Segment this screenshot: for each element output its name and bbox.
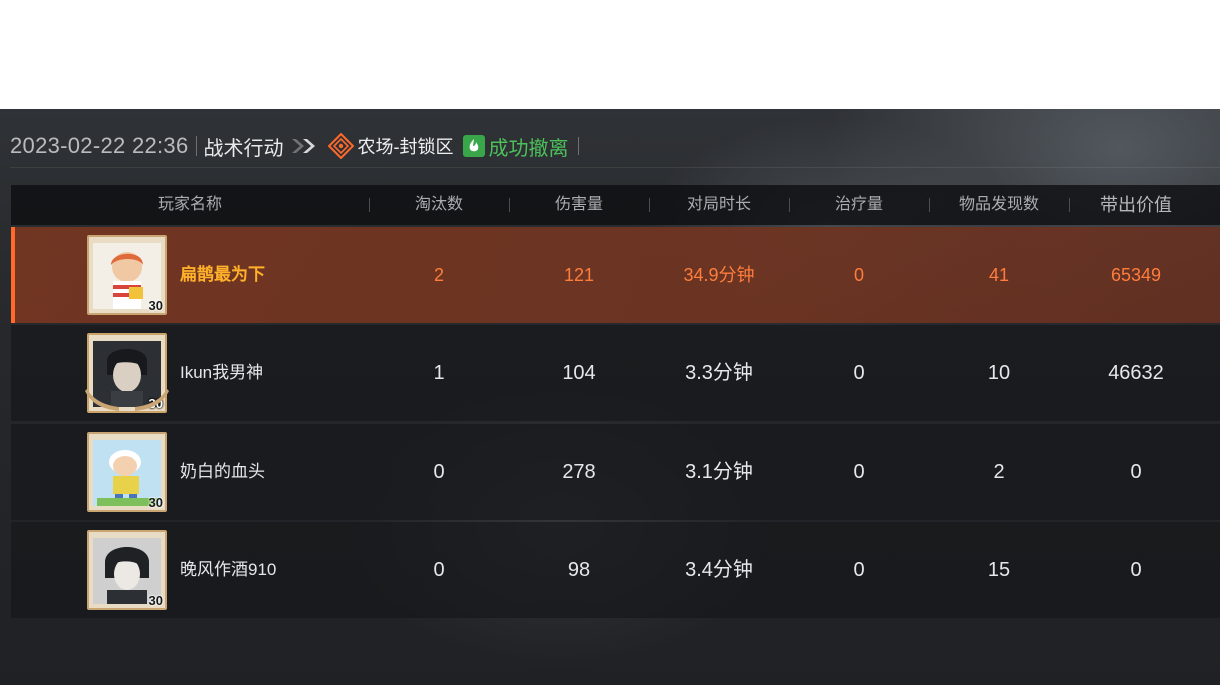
player-level: 30 xyxy=(148,593,163,608)
cell-duration: 34.9分钟 xyxy=(683,265,755,285)
avatar[interactable]: 30 xyxy=(87,432,167,512)
player-name: 扁鹊最为下 xyxy=(180,265,265,284)
exit-icon xyxy=(462,135,485,157)
cell-duration: 3.3分钟 xyxy=(685,362,753,384)
cell-duration: 3.1分钟 xyxy=(685,461,753,483)
cell-items: 2 xyxy=(993,461,1005,483)
player-name: 晚风作酒910 xyxy=(180,560,277,579)
divider xyxy=(195,136,197,156)
cell-kills: 0 xyxy=(433,461,445,483)
cell-kills: 0 xyxy=(433,559,445,581)
cell-items: 15 xyxy=(987,559,1011,581)
avatar[interactable]: 30 xyxy=(87,530,167,610)
cell-healing: 0 xyxy=(853,461,865,483)
player-level: 30 xyxy=(148,495,163,510)
laurel-frame-icon xyxy=(85,389,169,411)
row-highlight-accent xyxy=(11,227,15,323)
table-row[interactable]: 30 奶白的血头 0 278 3.1分钟 0 2 0 xyxy=(11,424,1220,520)
match-header: 2023-02-22 22:36 战术行动 农场-封锁区 成功撤离 xyxy=(10,131,579,161)
cell-healing: 0 xyxy=(853,362,865,384)
avatar[interactable]: 30 xyxy=(87,235,167,315)
cell-kills: 2 xyxy=(433,265,444,285)
cell-healing: 0 xyxy=(853,265,864,285)
cell-damage: 121 xyxy=(563,265,595,285)
cell-healing: 0 xyxy=(853,559,865,581)
column-kills: 淘汰数 xyxy=(414,196,463,213)
cell-damage: 98 xyxy=(567,559,591,581)
game-mode: 战术行动 xyxy=(203,137,284,160)
column-duration: 对局时长 xyxy=(686,196,751,213)
table-row[interactable]: 30 Ikun我男神 1 104 3.3分钟 0 10 46632 xyxy=(11,325,1220,421)
cell-value: 65349 xyxy=(1110,265,1162,285)
chevron-right-double-icon xyxy=(290,137,320,155)
column-player: 玩家名称 xyxy=(157,196,222,213)
divider xyxy=(577,137,579,155)
cell-kills: 1 xyxy=(433,362,445,384)
cell-value: 0 xyxy=(1130,461,1142,483)
cell-damage: 278 xyxy=(562,461,596,483)
table-row[interactable]: 30 扁鹊最为下 2 121 34.9分钟 0 41 65349 xyxy=(11,227,1220,323)
map-marker-icon xyxy=(327,133,354,159)
cell-value: 0 xyxy=(1130,559,1142,581)
player-name: 奶白的血头 xyxy=(180,462,265,481)
table-header: 玩家名称 淘汰数 伤害量 对局时长 治疗量 物品发现数 带出价值 xyxy=(11,185,1220,225)
column-damage: 伤害量 xyxy=(554,196,603,213)
cell-items: 41 xyxy=(988,265,1010,285)
match-result-panel: 2023-02-22 22:36 战术行动 农场-封锁区 成功撤离 玩家名称 淘… xyxy=(0,109,1220,685)
header-divider xyxy=(10,167,1220,168)
match-datetime: 2023-02-22 22:36 xyxy=(10,133,189,158)
cell-value: 46632 xyxy=(1108,362,1164,384)
player-level: 30 xyxy=(148,298,163,313)
cell-duration: 3.4分钟 xyxy=(685,559,753,581)
column-value: 带出价值 xyxy=(1100,195,1172,215)
player-name: Ikun我男神 xyxy=(180,363,264,382)
column-items: 物品发现数 xyxy=(958,196,1039,213)
map-name: 农场-封锁区 xyxy=(357,137,454,157)
extraction-status: 成功撤离 xyxy=(488,137,569,160)
table-row[interactable]: 30 晚风作酒910 0 98 3.4分钟 0 15 0 xyxy=(11,522,1220,618)
cell-damage: 104 xyxy=(562,362,596,384)
cell-items: 10 xyxy=(987,362,1011,384)
column-healing: 治疗量 xyxy=(834,196,883,213)
